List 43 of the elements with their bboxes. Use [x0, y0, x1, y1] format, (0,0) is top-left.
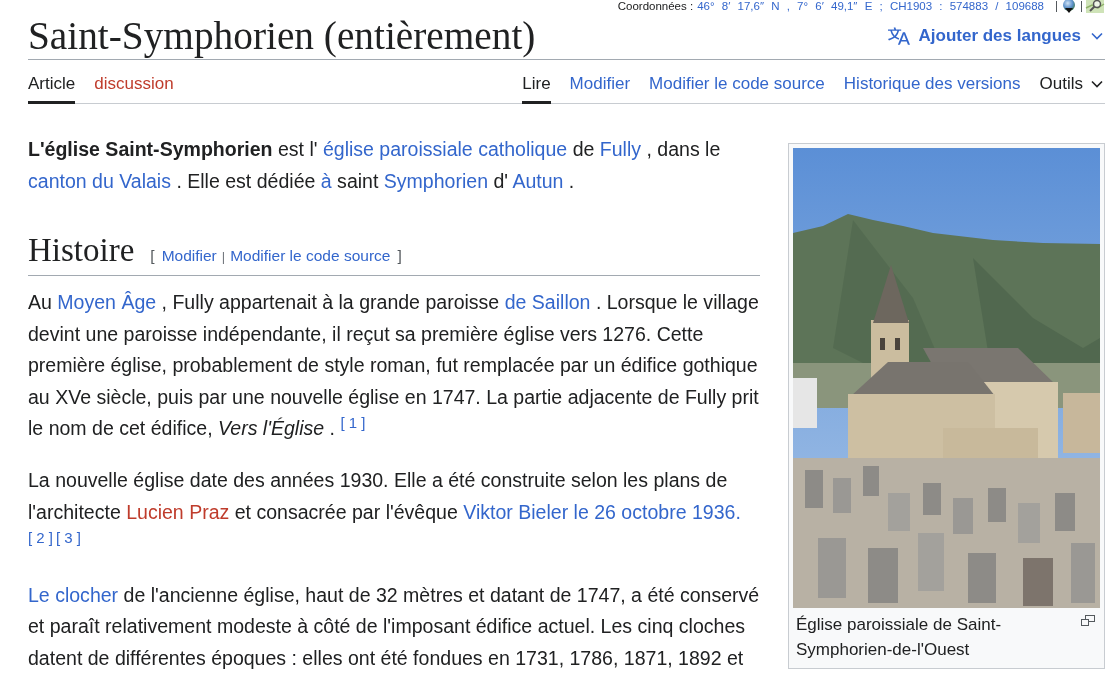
map-magnifier-icon[interactable]	[1085, 0, 1105, 13]
article-link[interactable]: Viktor Bieler le 26 octobre 1936.	[463, 500, 741, 523]
article-link[interactable]: Fully	[599, 138, 642, 160]
coordinates-link[interactable]: 46° 8′ 17,6″ N , 7° 6′ 49,1″ E ; CH1903 : 574883 / 109688	[697, 0, 1044, 12]
bracket-text: [	[150, 247, 155, 265]
article-link[interactable]: à	[320, 170, 332, 192]
article-link[interactable]: Le clocher	[28, 583, 119, 606]
view-tab[interactable]: Lire	[522, 74, 551, 104]
edit-link[interactable]: Modifier le code source	[230, 247, 391, 265]
reference-link[interactable]: [ 3 ]	[56, 529, 82, 547]
article-link[interactable]: Lucien Praz	[126, 500, 230, 523]
coordinates-label: Coordonnées :	[617, 0, 694, 12]
view-tab[interactable]: Modifier le code source	[649, 74, 825, 104]
view-tab[interactable]: Modifier	[569, 74, 631, 104]
reference-link[interactable]: [ 2 ]	[28, 529, 53, 547]
chevron-down-icon	[1091, 80, 1103, 88]
article-link[interactable]: église paroissiale catholique	[322, 138, 568, 160]
globe-icon[interactable]	[1060, 0, 1078, 13]
tools-menu-button[interactable]: Outils	[1039, 74, 1105, 104]
article-link[interactable]: Symphorien	[383, 170, 488, 192]
section-heading: Histoire	[28, 231, 135, 270]
page-tab[interactable]: discussion	[94, 74, 174, 104]
article-paragraph: Au Moyen Âge , Fully appartenait à la grande paroisse de Saillon . Lorsque le village devint une paroisse indépendante, il reçut sa première église vers 1276. Cette première église, probablement de style roman, fut remplacée par un édifice gothique au XVe siècle, puis par une nouvelle église en 1747. La partie adjacente de Fully prit le nom de cet édifice, Vers l'Église . [ 1 ]	[28, 290, 760, 442]
chevron-down-icon	[1091, 31, 1103, 40]
translate-icon	[886, 24, 911, 47]
article-link[interactable]: Moyen Âge	[57, 291, 157, 313]
overlapping-rectangles-icon[interactable]	[1081, 615, 1095, 626]
article-paragraph: La nouvelle église date des années 1930. Elle a été construite selon les plans de l'architecte Lucien Praz et consacrée par l'évêque Viktor Bieler le 26 octobre 1936. [ 2 ] [ 3 ]	[28, 467, 742, 549]
article-paragraph: L'église Saint-Symphorien est l' église paroissiale catholique de Fully , dans le canton du Valais . Elle est dédiée à saint Symphorien d' Autun .	[28, 137, 722, 194]
page-title: Saint-Symphorien (entièrement)	[28, 12, 536, 59]
article-link[interactable]: Autun	[512, 170, 564, 192]
image-caption: Église paroissiale de Saint-Symphorien-de-l'Ouest	[796, 614, 1003, 661]
article-link[interactable]: canton du Valais	[28, 170, 171, 192]
article-paragraph: Le clocher de l'ancienne église, haut de 32 mètres et datant de 1747, a été conservé et paraît relativement modeste à côté de l'imposant édifice actuel. Les cinq cloches datent de différentes époques : elles ont été fondues en 1731, 1786, 1871, 1892 et	[28, 582, 760, 671]
article-link[interactable]: de Saillon	[504, 291, 591, 313]
separator-text: |	[221, 249, 226, 264]
add-languages-button[interactable]: Ajouter des langues	[886, 24, 1105, 47]
edit-link[interactable]: Modifier	[161, 247, 217, 265]
church-landscape-drawing[interactable]	[793, 148, 1100, 608]
bracket-text: ]	[397, 247, 402, 265]
page-tab[interactable]: Article	[28, 74, 76, 104]
reference-link[interactable]: [ 1 ]	[340, 414, 366, 432]
view-tab[interactable]: Historique des versions	[843, 74, 1021, 104]
